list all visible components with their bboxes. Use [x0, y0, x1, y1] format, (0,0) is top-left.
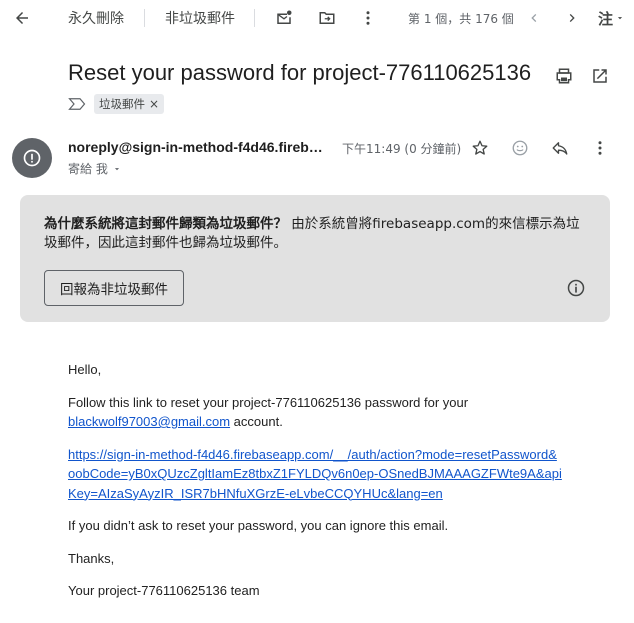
- toolbar-divider: [254, 9, 255, 27]
- back-button[interactable]: [8, 0, 36, 36]
- star-button[interactable]: [466, 134, 494, 162]
- report-not-spam-button[interactable]: 回報為非垃圾郵件: [44, 270, 184, 306]
- account-email-link[interactable]: blackwolf97003@gmail.com: [68, 414, 230, 429]
- label-row: 垃圾郵件 ×: [68, 94, 165, 114]
- caret-down-icon: [617, 17, 623, 20]
- caret-down-icon: [114, 167, 119, 170]
- info-button[interactable]: [566, 278, 586, 298]
- reply-icon: [552, 142, 568, 155]
- instruction-paragraph: Follow this link to reset your project-7…: [68, 393, 568, 432]
- spam-label-chip: 垃圾郵件 ×: [94, 94, 165, 114]
- ignore-notice: If you didn’t ask to reset your password…: [68, 518, 449, 533]
- not-spam-button[interactable]: 非垃圾郵件: [158, 0, 242, 36]
- instruction-text: Follow this link to reset your project-7…: [68, 394, 469, 410]
- remove-label-button[interactable]: ×: [149, 97, 159, 111]
- warning-icon: [23, 149, 41, 167]
- signature: Your project-776110625136 team: [68, 583, 260, 598]
- timestamp: 下午11:49 (0 分鐘前): [342, 142, 462, 156]
- move-to-button[interactable]: [313, 0, 341, 36]
- print-icon: [556, 68, 572, 84]
- sender-avatar: [12, 138, 52, 178]
- older-button[interactable]: [558, 0, 586, 36]
- chevron-right-icon: [569, 14, 575, 22]
- add-reaction-button[interactable]: [506, 134, 534, 162]
- email-subject: Reset your password for project-77611062…: [68, 60, 532, 85]
- recipient-details[interactable]: 寄給 我: [68, 160, 122, 177]
- pager-count: 第 1 個，共 176 個: [408, 11, 514, 26]
- open-in-new-icon: [593, 69, 607, 83]
- print-button[interactable]: [550, 62, 578, 90]
- recipient-text: 寄給 我: [68, 162, 108, 176]
- reset-link-paragraph: https://sign-in-method-f4d46.firebaseapp…: [68, 445, 562, 504]
- mark-unread-icon: [277, 10, 292, 24]
- toolbar-divider: [144, 9, 145, 27]
- toolbar: 永久刪除 非垃圾郵件 第 1 個，共 176 個 注: [0, 0, 634, 36]
- instruction-text-end: account.: [230, 414, 283, 429]
- more-actions-button[interactable]: [354, 0, 382, 36]
- delete-forever-button[interactable]: 永久刪除: [60, 0, 132, 36]
- spam-warning-text: 為什麼系統將這封郵件歸類為垃圾郵件？ 由於系統曾將firebaseapp.com…: [44, 215, 584, 253]
- star-icon: [472, 140, 488, 155]
- more-vert-icon: [366, 11, 370, 25]
- arrow-back-icon: [16, 12, 28, 24]
- more-vert-icon: [598, 141, 602, 155]
- sender-email[interactable]: noreply@sign-in-method-f4d46.firebaseapp…: [68, 139, 330, 155]
- info-icon: [567, 279, 585, 297]
- email-body: Hello, Follow this link to reset your pr…: [68, 360, 568, 614]
- more-options-button[interactable]: [586, 134, 614, 162]
- newer-button[interactable]: [520, 0, 548, 36]
- thanks-line: Thanks,: [68, 550, 115, 566]
- input-tools-button[interactable]: 注: [598, 0, 634, 36]
- move-to-icon: [319, 12, 335, 24]
- spam-reason-question: 為什麼系統將這封郵件歸類為垃圾郵件？: [44, 216, 287, 232]
- chevron-left-icon: [531, 14, 537, 22]
- greeting: Hello,: [68, 362, 102, 377]
- reset-password-link[interactable]: https://sign-in-method-f4d46.firebaseapp…: [68, 447, 562, 501]
- reply-button[interactable]: [546, 134, 574, 162]
- emoji-icon: [512, 140, 528, 156]
- importance-marker-icon[interactable]: [68, 97, 86, 111]
- spam-warning-banner: 為什麼系統將這封郵件歸類為垃圾郵件？ 由於系統曾將firebaseapp.com…: [20, 195, 610, 322]
- open-new-window-button[interactable]: [586, 62, 614, 90]
- input-tools-label: 注: [598, 9, 614, 28]
- mark-unread-button[interactable]: [270, 0, 298, 36]
- label-text: 垃圾郵件: [99, 97, 145, 111]
